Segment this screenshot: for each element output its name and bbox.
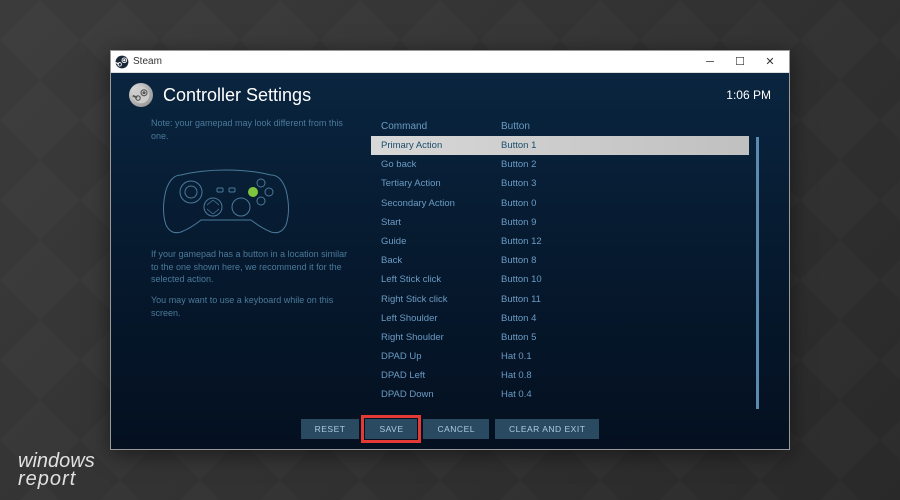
steam-logo-icon [129, 83, 153, 107]
cell-button: Button 12 [501, 234, 739, 249]
footer-buttons: RESET SAVE CANCEL CLEAR AND EXIT [111, 409, 789, 449]
minimize-button[interactable]: ─ [695, 52, 725, 72]
cell-command: Back [381, 253, 501, 268]
header-button: Button [501, 121, 739, 132]
table-row[interactable]: StartButton 9 [371, 213, 749, 232]
table-row[interactable]: GuideButton 12 [371, 232, 749, 251]
scrollbar[interactable] [756, 137, 759, 409]
cell-command: Guide [381, 234, 501, 249]
cell-command: DPAD Down [381, 387, 501, 402]
cell-button: Button 5 [501, 330, 739, 345]
cell-button: Hat 0.8 [501, 368, 739, 383]
table-row[interactable]: Right Stick clickButton 11 [371, 290, 749, 309]
cell-command: DPAD Left [381, 368, 501, 383]
maximize-button[interactable]: ☐ [725, 52, 755, 72]
window-title: Steam [133, 56, 695, 67]
table-row[interactable]: DPAD RightHat 0.2 [371, 405, 749, 409]
cell-command: Left Stick click [381, 272, 501, 287]
cell-command: DPAD Right [381, 407, 501, 409]
window-controls: ─ ☐ ✕ [695, 52, 785, 72]
header-command: Command [381, 121, 501, 132]
cell-button: Button 3 [501, 176, 739, 191]
cell-button: Button 8 [501, 253, 739, 268]
help-text-1: If your gamepad has a button in a locati… [151, 248, 351, 286]
app-header: Controller Settings 1:06 PM [111, 73, 789, 117]
main-content: Note: your gamepad may look different fr… [111, 117, 789, 409]
cell-button: Button 1 [501, 138, 739, 153]
cell-button: Button 11 [501, 292, 739, 307]
cell-command: DPAD Up [381, 349, 501, 364]
cell-button: Button 9 [501, 215, 739, 230]
cell-button: Button 0 [501, 196, 739, 211]
clock: 1:06 PM [726, 88, 771, 102]
cell-button: Button 10 [501, 272, 739, 287]
watermark: windows report [18, 452, 95, 488]
cell-command: Left Shoulder [381, 311, 501, 326]
cell-command: Right Shoulder [381, 330, 501, 345]
table-row[interactable]: Left Stick clickButton 10 [371, 270, 749, 289]
cell-command: Go back [381, 157, 501, 172]
cell-command: Right Stick click [381, 292, 501, 307]
controller-diagram [151, 150, 301, 240]
steam-window: Steam ─ ☐ ✕ Controller Settings 1:06 PM [110, 50, 790, 450]
steam-titlebar-icon [115, 55, 129, 69]
table-row[interactable]: DPAD DownHat 0.4 [371, 385, 749, 404]
table-row[interactable]: Primary ActionButton 1 [371, 136, 749, 155]
table-row[interactable]: Tertiary ActionButton 3 [371, 174, 749, 193]
cell-button: Hat 0.1 [501, 349, 739, 364]
watermark-line2: report [18, 470, 95, 488]
table-row[interactable]: BackButton 8 [371, 251, 749, 270]
cell-button: Button 2 [501, 157, 739, 172]
table-row[interactable]: DPAD UpHat 0.1 [371, 347, 749, 366]
close-button[interactable]: ✕ [755, 52, 785, 72]
table-row[interactable]: Secondary ActionButton 0 [371, 194, 749, 213]
table-header: Command Button [371, 117, 749, 136]
left-panel: Note: your gamepad may look different fr… [151, 117, 351, 409]
window-titlebar[interactable]: Steam ─ ☐ ✕ [111, 51, 789, 73]
clear-and-exit-button[interactable]: CLEAR AND EXIT [495, 419, 599, 439]
cell-button: Hat 0.2 [501, 407, 739, 409]
app-content: Controller Settings 1:06 PM Note: your g… [111, 73, 789, 449]
cell-button: Button 4 [501, 311, 739, 326]
page-title: Controller Settings [163, 85, 716, 106]
table-row[interactable]: Left ShoulderButton 4 [371, 309, 749, 328]
cell-command: Primary Action [381, 138, 501, 153]
table-row[interactable]: DPAD LeftHat 0.8 [371, 366, 749, 385]
cell-command: Start [381, 215, 501, 230]
cell-button: Hat 0.4 [501, 387, 739, 402]
cancel-button[interactable]: CANCEL [423, 419, 488, 439]
cell-command: Tertiary Action [381, 176, 501, 191]
table-body: Primary ActionButton 1Go backButton 2Ter… [371, 136, 749, 409]
bindings-table: Command Button Primary ActionButton 1Go … [371, 117, 749, 409]
note-text: Note: your gamepad may look different fr… [151, 117, 351, 142]
cell-command: Secondary Action [381, 196, 501, 211]
reset-button[interactable]: RESET [301, 419, 360, 439]
table-row[interactable]: Go backButton 2 [371, 155, 749, 174]
save-button[interactable]: SAVE [365, 419, 417, 439]
help-text-2: You may want to use a keyboard while on … [151, 294, 351, 319]
table-row[interactable]: Right ShoulderButton 5 [371, 328, 749, 347]
